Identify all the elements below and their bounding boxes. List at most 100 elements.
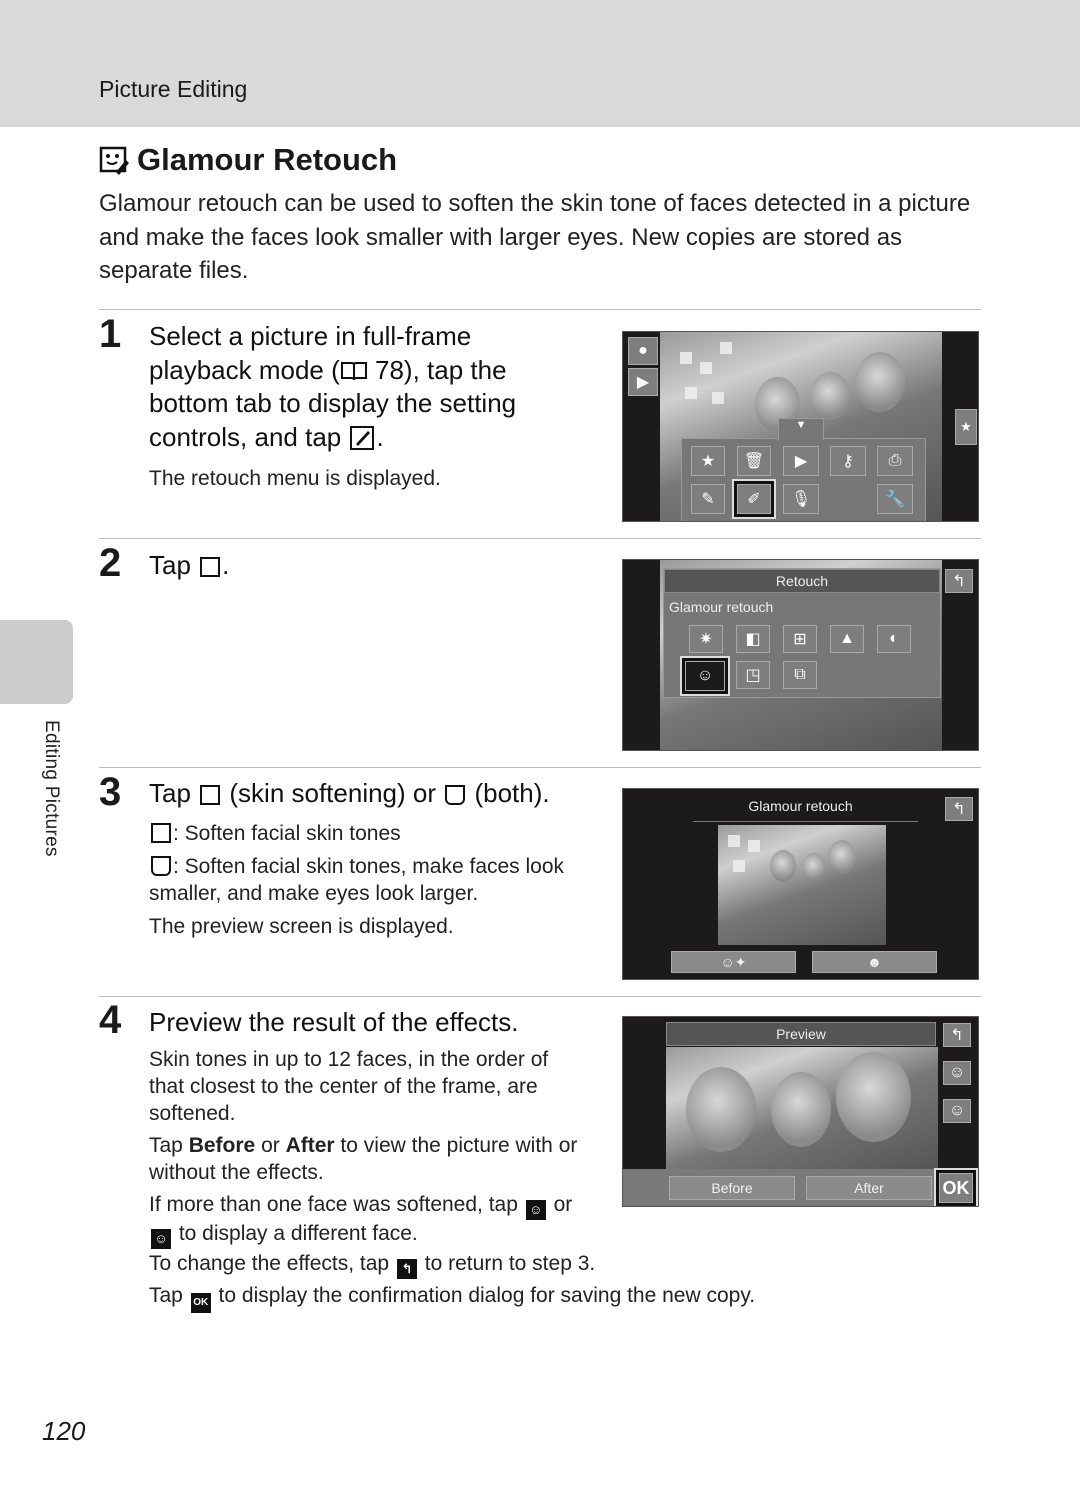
print-icon: ⎙ <box>888 452 902 469</box>
back-arrow-icon: ↰ <box>952 801 966 818</box>
skin-softening-icon <box>200 785 221 805</box>
glamour-retouch-icon <box>200 557 221 577</box>
both-effects-icon <box>151 856 171 876</box>
back-arrow-icon: ↰ <box>950 1027 964 1044</box>
step-text: Tap <box>149 550 199 580</box>
next-face-icon: ☺ <box>151 1229 171 1249</box>
retouch-menu-screen: Retouch Glamour retouch ↰ ✷ ◧ ⊞ ▲ ◐ ☺ ◳ … <box>622 559 979 751</box>
step-4-note: To change the effects, tap ↰ to return t… <box>149 1250 595 1279</box>
paint-button[interactable]: ✎ <box>691 484 725 514</box>
previous-face-button[interactable]: ☺ <box>943 1099 971 1123</box>
title-underline <box>693 821 918 822</box>
screen-title: Glamour retouch <box>748 798 853 814</box>
page-number: 120 <box>42 1416 86 1446</box>
before-button[interactable]: Before <box>669 1176 795 1200</box>
book-reference-icon <box>340 361 367 380</box>
step-text: to display the confirmation dialog for s… <box>212 1284 756 1307</box>
red-eye-icon: ⊞ <box>793 631 807 648</box>
back-arrow-icon: ↰ <box>396 1259 417 1279</box>
quick-retouch-icon: ✷ <box>699 631 713 648</box>
back-arrow-icon: ↰ <box>952 573 966 590</box>
crop-icon: ⧉ <box>794 666 806 683</box>
perspective-icon: ▲ <box>839 630 855 647</box>
step-text: Tap <box>149 1134 189 1157</box>
protect-button[interactable]: ⚷ <box>830 446 866 476</box>
back-button[interactable]: ↰ <box>945 569 973 593</box>
preview-photo <box>718 825 886 945</box>
intro-paragraph: Glamour retouch can be used to soften th… <box>99 190 971 284</box>
small-picture-button[interactable]: ◳ <box>736 661 770 689</box>
step-number: 3 <box>99 770 122 814</box>
voice-memo-button[interactable]: 🎙 <box>783 484 819 514</box>
next-face-button[interactable]: ☺ <box>943 1061 971 1085</box>
next-face-icon: ☺ <box>948 1064 966 1081</box>
both-effects-icon <box>445 785 466 805</box>
step-1-note: The retouch menu is displayed. <box>149 467 441 490</box>
preview-photo <box>666 1047 938 1169</box>
star-icon: ★ <box>960 419 972 434</box>
delete-button[interactable]: 🗑 <box>737 446 771 476</box>
step-4-note: Tap OK to display the confirmation dialo… <box>149 1282 755 1313</box>
step-3-note: : Soften facial skin tones <box>149 820 401 847</box>
crop-button[interactable]: ⧉ <box>783 661 817 689</box>
back-button[interactable]: ↰ <box>945 797 973 821</box>
step-number: 4 <box>99 998 122 1042</box>
back-button[interactable]: ↰ <box>943 1023 971 1047</box>
glamour-retouch-button[interactable]: ☺ <box>682 658 728 694</box>
step-1-heading: Select a picture in full-frame playback … <box>149 320 569 454</box>
step-number: 2 <box>99 541 122 585</box>
print-button[interactable]: ⎙ <box>877 446 913 476</box>
ok-icon: OK <box>190 1293 211 1313</box>
step-4-heading: Preview the result of the effects. <box>149 1007 519 1037</box>
after-button[interactable]: After <box>806 1176 932 1200</box>
ok-button[interactable]: OK <box>936 1170 976 1206</box>
bottom-tab[interactable]: ▼ <box>778 418 824 440</box>
step-text: to return to step 3. <box>418 1252 596 1275</box>
delete-icon: 🗑 <box>743 453 765 470</box>
playback-mode-button[interactable]: ▶ <box>628 368 658 396</box>
slideshow-icon: ▶ <box>794 453 808 470</box>
protect-key-icon: ⚷ <box>842 453 854 470</box>
step-text: to display a different face. <box>173 1222 418 1245</box>
favorites-button[interactable]: ★ <box>955 409 977 445</box>
divider <box>99 309 981 310</box>
preview-title: Preview <box>666 1022 936 1046</box>
glamour-retouch-icon <box>99 146 129 175</box>
step-text: or <box>255 1134 286 1157</box>
chapter-tab <box>0 620 73 704</box>
preview-screen: Preview ↰ ☺ ☺ Before After OK <box>622 1016 979 1207</box>
divider <box>99 767 981 768</box>
step-number: 1 <box>99 312 122 356</box>
d-lighting-button[interactable]: ◧ <box>736 625 770 653</box>
step-3-note: : Soften facial skin tones, make faces l… <box>149 853 579 907</box>
d-lighting-icon: ◧ <box>745 631 761 648</box>
slideshow-button[interactable]: ▶ <box>783 446 819 476</box>
skin-softening-button[interactable]: ☺✦ <box>671 951 796 973</box>
header-band <box>0 0 1080 127</box>
divider <box>99 996 981 997</box>
step-text: (skin softening) or <box>222 778 444 808</box>
perspective-button[interactable]: ▲ <box>830 625 864 653</box>
filter-button[interactable]: ◐ <box>877 625 911 653</box>
red-eye-button[interactable]: ⊞ <box>783 625 817 653</box>
chevron-down-icon: ▼ <box>795 419 807 431</box>
skin-softening-icon <box>151 823 171 843</box>
step-text: or <box>547 1193 573 1216</box>
filter-icon: ◐ <box>889 630 899 647</box>
step-text: . <box>376 421 384 452</box>
before-term: Before <box>188 1134 256 1157</box>
step-text: . <box>222 550 230 580</box>
quick-retouch-button[interactable]: ✷ <box>689 625 723 653</box>
both-effects-button[interactable]: ☻ <box>812 951 937 973</box>
retouch-icon <box>350 425 375 450</box>
retouch-button[interactable]: ✐ <box>734 481 774 517</box>
chapter-label: Editing Pictures <box>41 720 62 857</box>
setup-button[interactable]: 🔧 <box>877 484 913 514</box>
previous-face-icon: ☺ <box>948 1102 966 1119</box>
setup-wrench-icon: 🔧 <box>885 491 905 508</box>
step-text: (both). <box>467 778 550 808</box>
camera-mode-button[interactable]: ● <box>628 337 658 365</box>
favorites-folder-button[interactable]: ★ <box>691 446 725 476</box>
step-4-note: Skin tones in up to 12 faces, in the ord… <box>149 1048 549 1125</box>
retouch-icon: ✐ <box>747 491 761 508</box>
